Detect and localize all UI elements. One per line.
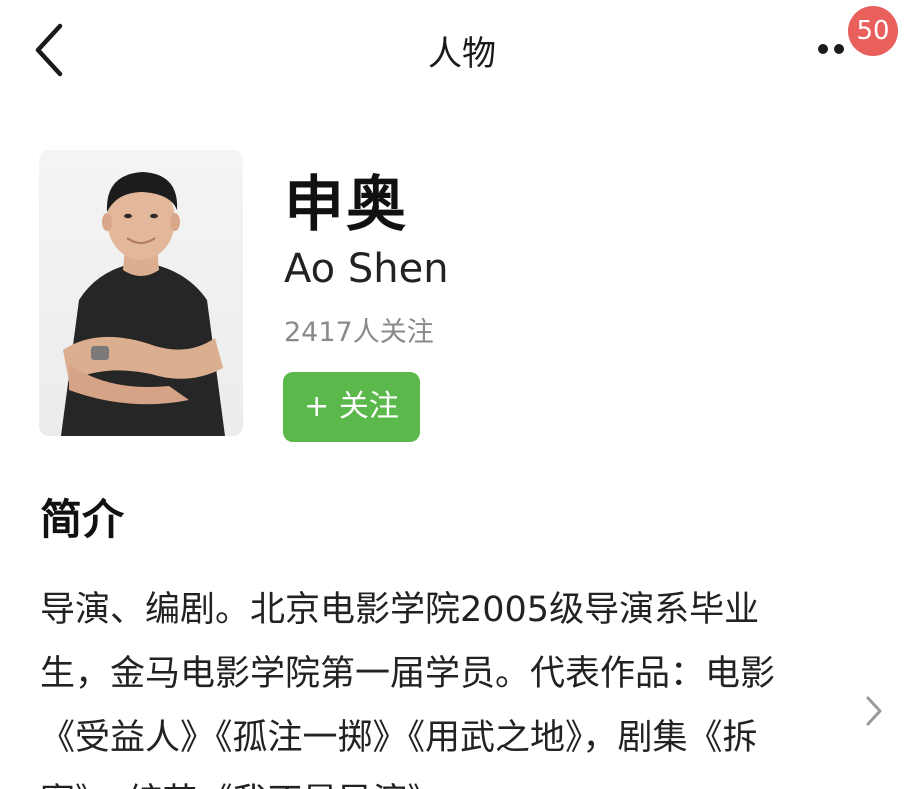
page-title: 人物: [428, 34, 496, 74]
notification-badge: 50: [848, 6, 898, 56]
follower-count: 2417人关注: [284, 317, 434, 348]
top-bar: 人物 50: [0, 0, 924, 100]
expand-intro-button[interactable]: [858, 694, 888, 728]
section-title-intro: 简介: [40, 495, 125, 544]
more-dots-icon: [818, 44, 828, 54]
person-name: 申奥: [284, 170, 408, 240]
intro-text: 导演、编剧。北京电影学院2005级导演系毕业生，金马电影学院第一届学员。代表作品…: [40, 590, 776, 789]
chevron-right-icon: [866, 696, 882, 726]
follow-button[interactable]: + 关注: [283, 372, 420, 442]
avatar: [39, 150, 243, 436]
person-english-name: Ao Shen: [284, 246, 449, 292]
person-photo: [61, 172, 225, 436]
more-dot: [834, 44, 844, 54]
